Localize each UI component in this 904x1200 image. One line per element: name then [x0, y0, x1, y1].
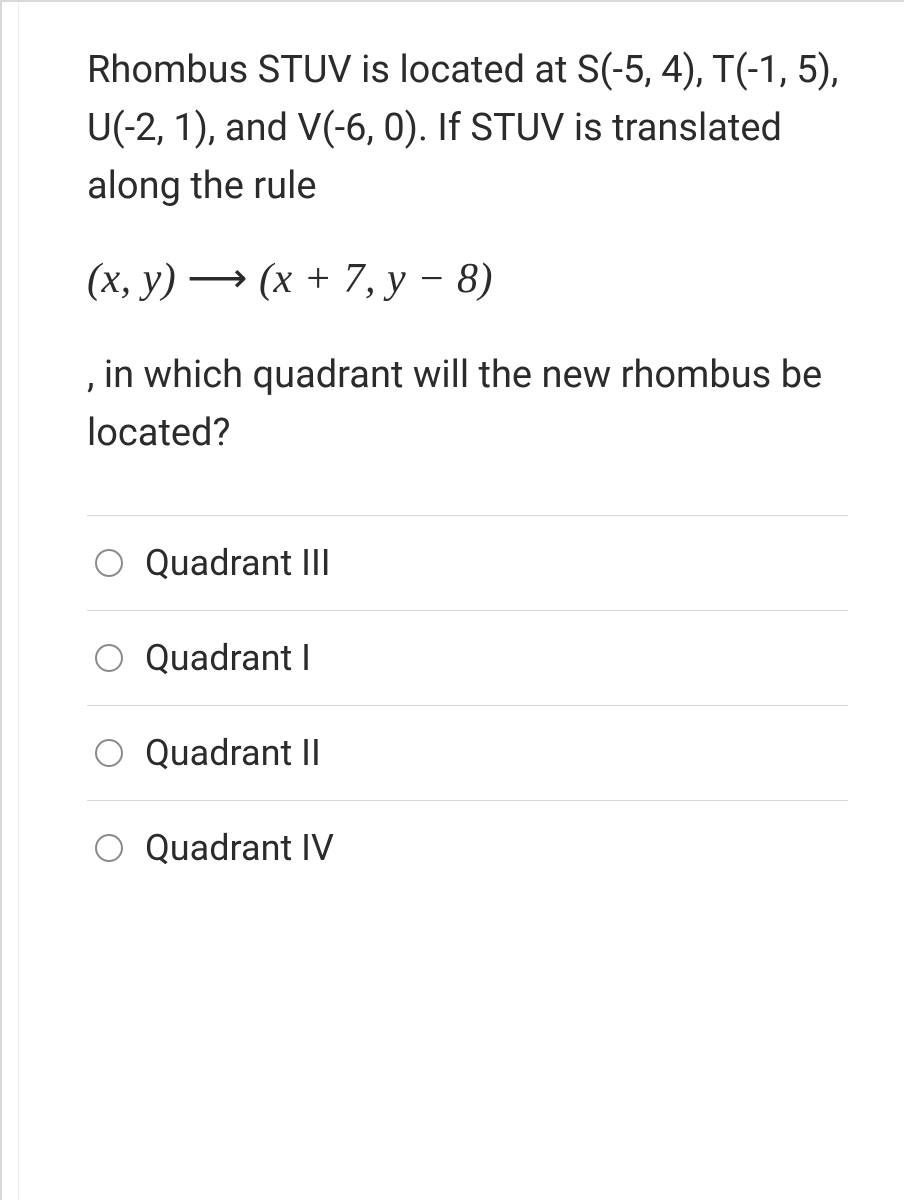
arrow-icon: ⟶ — [187, 256, 248, 302]
option-row[interactable]: Quadrant IV — [87, 800, 848, 895]
translation-rule-formula: (x, y) ⟶ (x + 7, y − 8) — [87, 253, 848, 303]
question-prompt: Rhombus STUV is located at S(-5, 4), T(-… — [87, 42, 848, 215]
radio-icon[interactable] — [95, 834, 123, 862]
question-followup: , in which quadrant will the new rhombus… — [87, 347, 848, 463]
option-row[interactable]: Quadrant II — [87, 705, 848, 800]
option-label: Quadrant I — [145, 637, 311, 679]
option-row[interactable]: Quadrant I — [87, 610, 848, 705]
question-container: Rhombus STUV is located at S(-5, 4), T(-… — [18, 2, 904, 1200]
formula-rhs: (x + 7, y − 8) — [259, 256, 493, 302]
radio-icon[interactable] — [95, 549, 123, 577]
formula-lhs: (x, y) — [87, 256, 176, 302]
options-list: Quadrant III Quadrant I Quadrant II Quad… — [87, 515, 848, 895]
option-label: Quadrant III — [145, 542, 331, 584]
option-label: Quadrant IV — [145, 827, 334, 869]
option-row[interactable]: Quadrant III — [87, 515, 848, 610]
radio-icon[interactable] — [95, 739, 123, 767]
option-label: Quadrant II — [145, 732, 321, 774]
radio-icon[interactable] — [95, 644, 123, 672]
